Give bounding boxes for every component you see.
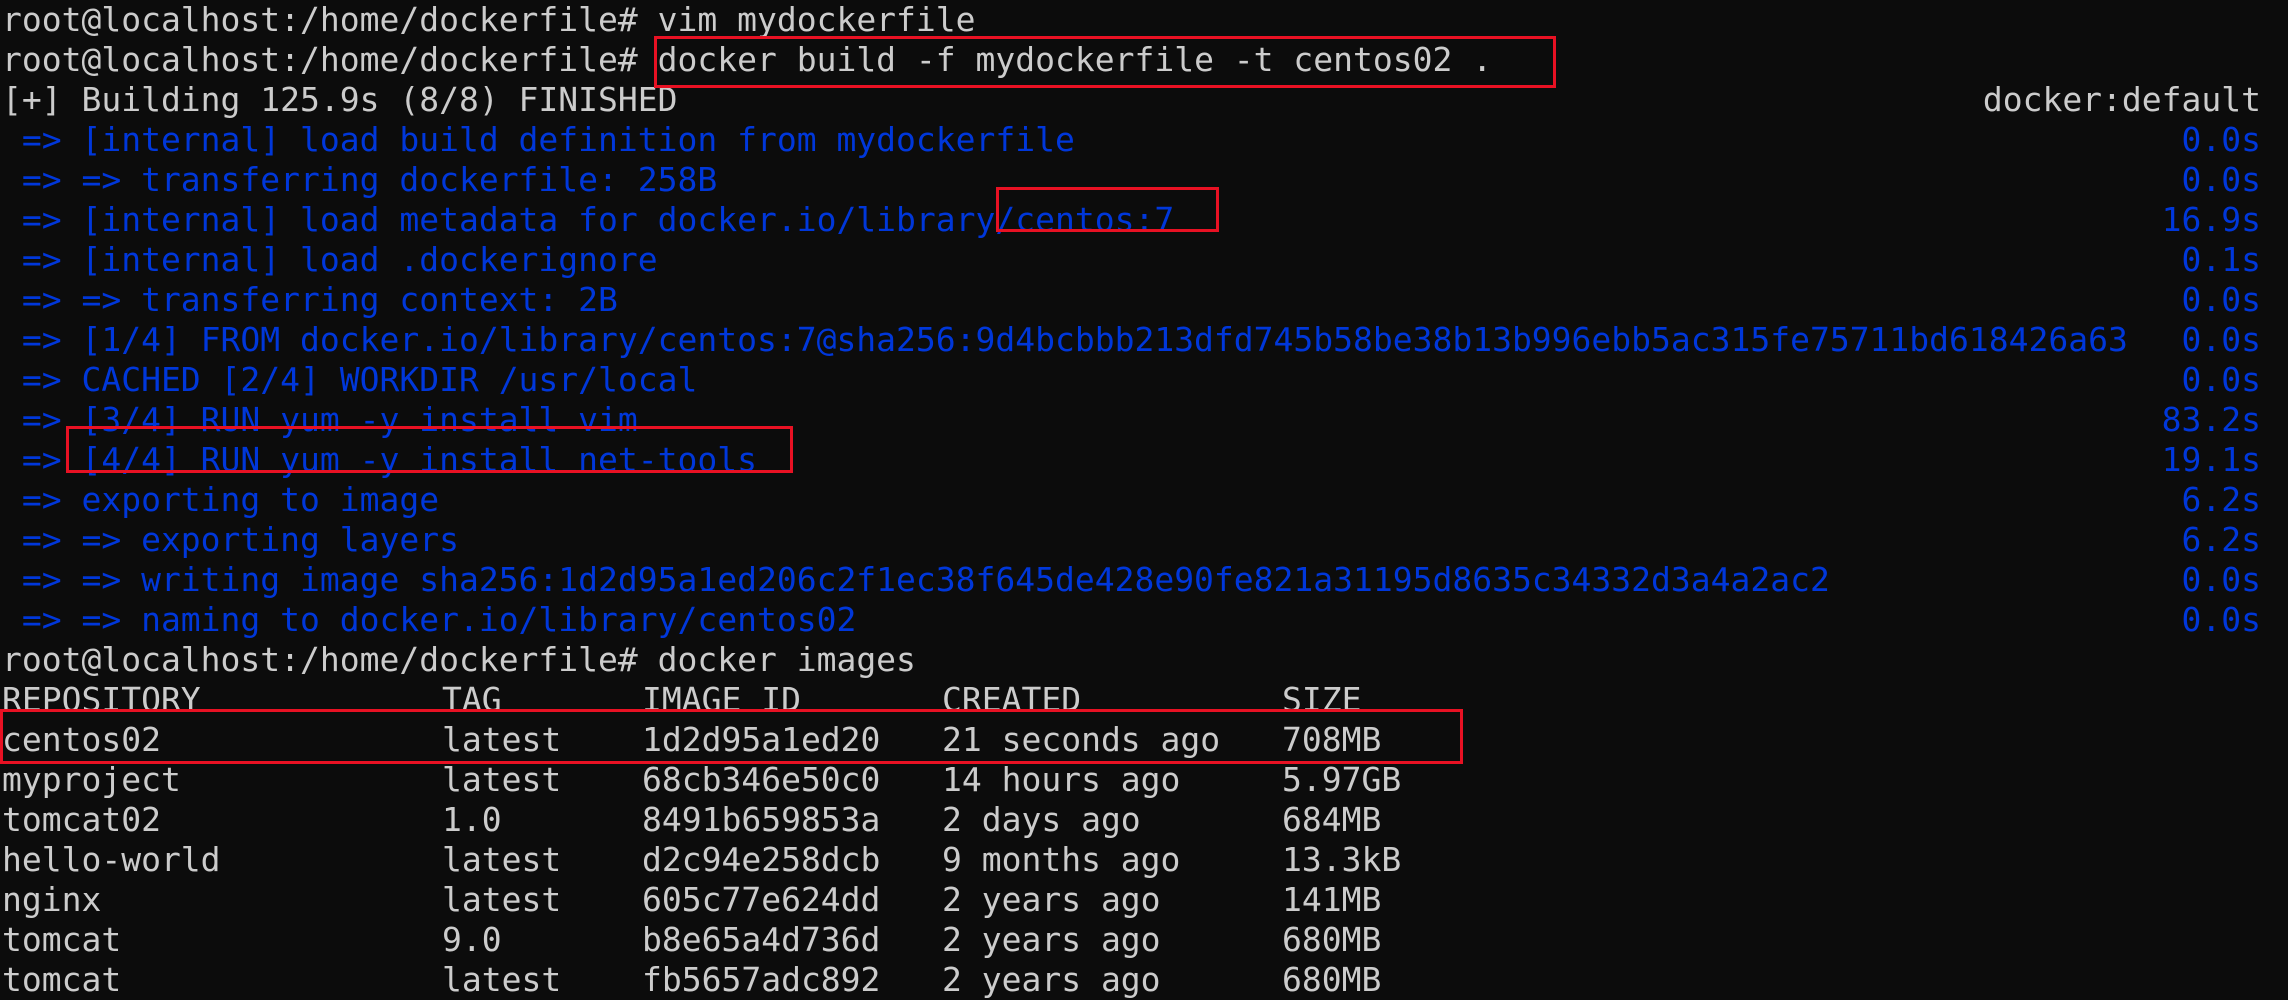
cell-tag: latest — [442, 880, 562, 919]
build-step-time: 0.0s — [2181, 360, 2261, 399]
cell-repository: tomcat — [2, 960, 122, 999]
build-step: => => transferring context: 2B — [2, 280, 618, 319]
cell-size: 684MB — [1282, 800, 1382, 839]
build-step: => [internal] load metadata for docker.i… — [2, 200, 1175, 239]
build-step-time: 0.0s — [2181, 280, 2261, 319]
shell-prompt: root@localhost:/home/dockerfile# — [2, 40, 638, 79]
cell-tag: latest — [442, 720, 562, 759]
cell-image-id: b8e65a4d736d — [642, 920, 881, 959]
cell-repository: nginx — [2, 880, 102, 919]
command-images: docker images — [657, 640, 916, 679]
command-vim: vim mydockerfile — [657, 0, 976, 39]
cell-image-id: 605c77e624dd — [642, 880, 881, 919]
build-step: => => naming to docker.io/library/centos… — [2, 600, 857, 639]
build-step-time: 0.0s — [2181, 320, 2261, 359]
cell-repository: tomcat — [2, 920, 122, 959]
column-header-repository: REPOSITORY — [2, 680, 201, 719]
cell-created: 21 seconds ago — [942, 720, 1221, 759]
build-step-time: 0.1s — [2181, 240, 2261, 279]
cell-repository: myproject — [2, 760, 181, 799]
build-step: => => exporting layers — [2, 520, 459, 559]
cell-repository: hello-world — [2, 840, 221, 879]
shell-prompt: root@localhost:/home/dockerfile# — [2, 640, 638, 679]
column-header-tag: TAG — [442, 680, 502, 719]
cell-image-id: 8491b659853a — [642, 800, 881, 839]
cell-tag: 1.0 — [442, 800, 502, 839]
build-step-time: 16.9s — [2161, 200, 2261, 239]
cell-tag: latest — [442, 960, 562, 999]
cell-tag: latest — [442, 840, 562, 879]
build-step-time: 6.2s — [2181, 520, 2261, 559]
build-step: => [3/4] RUN yum -y install vim — [2, 400, 638, 439]
cell-image-id: fb5657adc892 — [642, 960, 881, 999]
cell-size: 13.3kB — [1282, 840, 1402, 879]
column-header-size: SIZE — [1282, 680, 1362, 719]
cell-created: 2 years ago — [942, 880, 1161, 919]
column-header-created: CREATED — [942, 680, 1082, 719]
build-step: => [internal] load build definition from… — [2, 120, 1075, 159]
build-step-time: 0.0s — [2181, 120, 2261, 159]
cell-tag: latest — [442, 760, 562, 799]
cell-created: 9 months ago — [942, 840, 1181, 879]
build-step: => => transferring dockerfile: 258B — [2, 160, 718, 199]
cell-repository: tomcat02 — [2, 800, 161, 839]
cell-image-id: 68cb346e50c0 — [642, 760, 881, 799]
build-step-time: 0.0s — [2181, 560, 2261, 599]
cell-created: 14 hours ago — [942, 760, 1181, 799]
cell-created: 2 years ago — [942, 960, 1161, 999]
shell-prompt: root@localhost:/home/dockerfile# — [2, 0, 638, 39]
build-step-time: 0.0s — [2181, 160, 2261, 199]
build-status: [+] Building 125.9s (8/8) FINISHED — [2, 80, 678, 119]
build-step-time: 19.1s — [2161, 440, 2261, 479]
cell-size: 680MB — [1282, 960, 1382, 999]
build-step: => [4/4] RUN yum -y install net-tools — [2, 440, 757, 479]
command-build: docker build -f mydockerfile -t centos02… — [657, 40, 1493, 79]
build-step: => => writing image sha256:1d2d95a1ed206… — [2, 560, 1830, 599]
terminal-window[interactable]: root@localhost:/home/dockerfile# vim myd… — [2, 0, 2286, 999]
build-step: => [1/4] FROM docker.io/library/centos:7… — [2, 320, 2128, 359]
build-step-time: 0.0s — [2181, 600, 2261, 639]
build-step: => [internal] load .dockerignore — [2, 240, 658, 279]
cell-created: 2 years ago — [942, 920, 1161, 959]
terminal-line-build: root@localhost:/home/dockerfile# docker … — [2, 40, 1492, 80]
build-step: => CACHED [2/4] WORKDIR /usr/local — [2, 360, 698, 399]
cell-size: 5.97GB — [1282, 760, 1402, 799]
build-context: docker:default — [1982, 80, 2261, 119]
build-step: => exporting to image — [2, 480, 440, 519]
cell-repository: centos02 — [2, 720, 161, 759]
cell-tag: 9.0 — [442, 920, 502, 959]
build-step-time: 83.2s — [2161, 400, 2261, 439]
terminal-line-vim: root@localhost:/home/dockerfile# vim myd… — [2, 0, 976, 40]
cell-size: 680MB — [1282, 920, 1382, 959]
build-step-time: 6.2s — [2181, 480, 2261, 519]
cell-size: 141MB — [1282, 880, 1382, 919]
cell-image-id: d2c94e258dcb — [642, 840, 881, 879]
terminal-line-images: root@localhost:/home/dockerfile# docker … — [2, 640, 916, 680]
cell-image-id: 1d2d95a1ed20 — [642, 720, 881, 759]
column-header-image-id: IMAGE ID — [642, 680, 801, 719]
cell-created: 2 days ago — [942, 800, 1141, 839]
cell-size: 708MB — [1282, 720, 1382, 759]
